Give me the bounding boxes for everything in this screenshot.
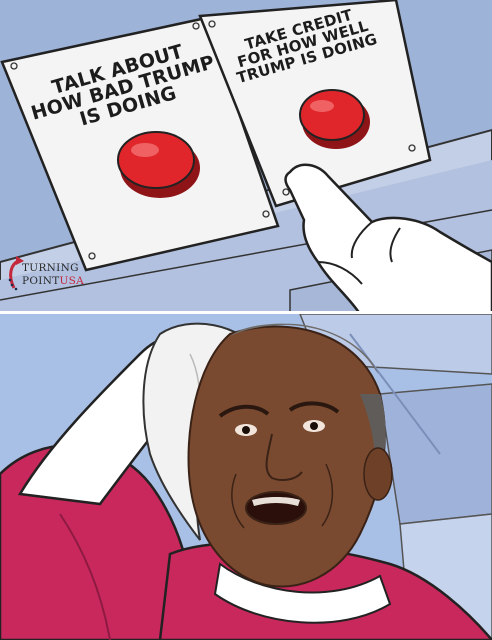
watermark-point: POINT: [22, 275, 60, 287]
sweating-figure-illustration: [0, 314, 492, 640]
turning-point-watermark: TURNING POINTUSA: [6, 254, 96, 292]
meme-image: TALK ABOUT HOW BAD TRUMP IS DOING TAKE C…: [0, 0, 492, 640]
bottom-panel-sweating-figure: [0, 314, 492, 640]
watermark-line-2: POINTUSA: [22, 275, 84, 287]
top-panel-two-buttons: TALK ABOUT HOW BAD TRUMP IS DOING TAKE C…: [0, 0, 492, 314]
watermark-usa: USA: [59, 275, 85, 287]
watermark-line-1: TURNING: [22, 262, 79, 274]
